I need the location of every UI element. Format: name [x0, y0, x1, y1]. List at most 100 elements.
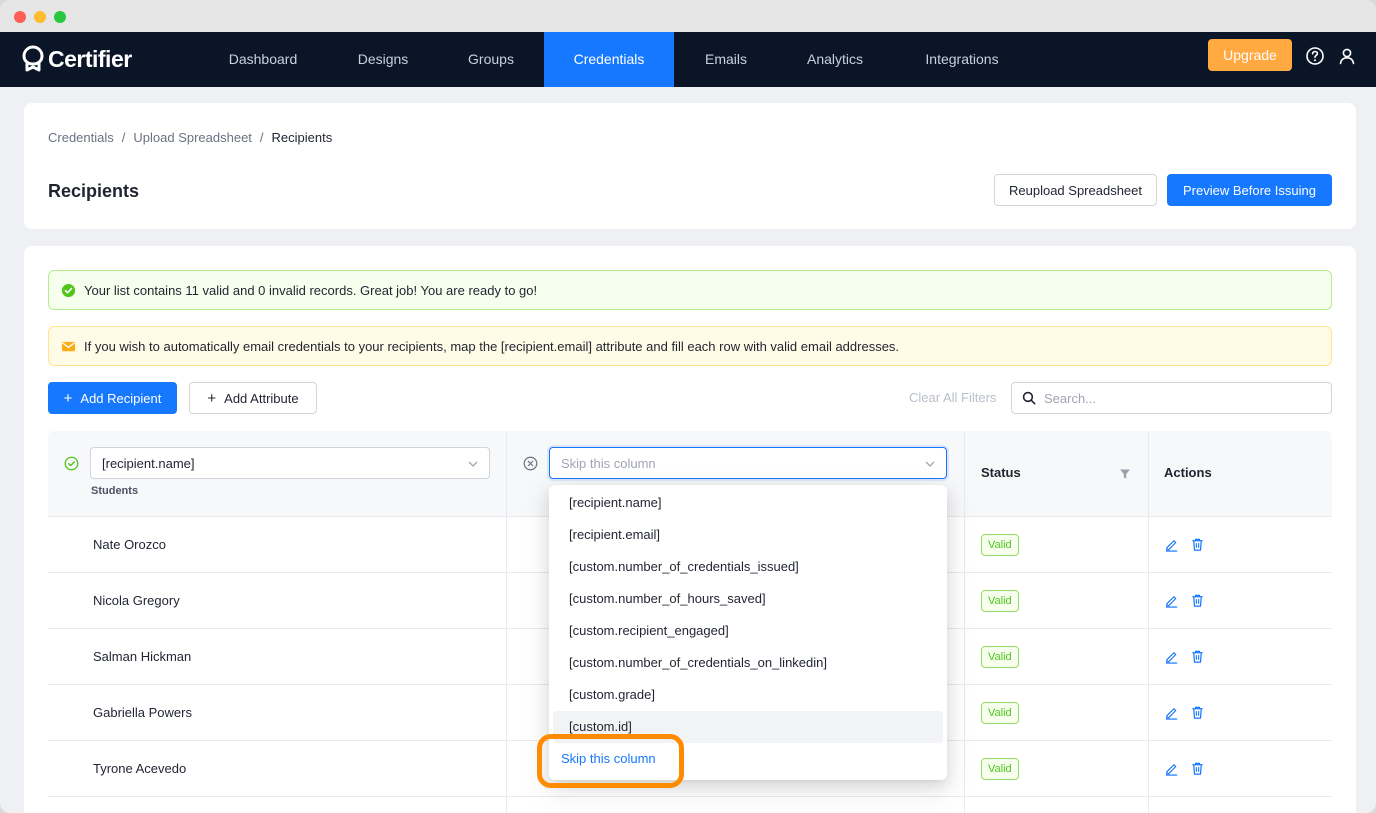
trash-icon[interactable]: [1190, 761, 1205, 776]
minimize-window-button[interactable]: [34, 11, 46, 23]
status-badge: Valid: [981, 758, 1019, 780]
column-2-attribute-select[interactable]: Skip this column: [549, 447, 947, 479]
column-divider: [1148, 517, 1149, 572]
envelope-icon: [61, 341, 76, 351]
add-recipient-label: Add Recipient: [80, 390, 162, 406]
mapped-check-icon: [64, 456, 79, 471]
search-icon: [1022, 391, 1036, 405]
recipient-name-cell: Nicola Gregory: [93, 593, 180, 608]
nav-groups[interactable]: Groups: [452, 32, 530, 87]
status-badge: Valid: [981, 702, 1019, 724]
trash-icon[interactable]: [1190, 705, 1205, 720]
table-row: [48, 797, 1332, 813]
chevron-down-icon: [925, 461, 935, 467]
reupload-spreadsheet-button[interactable]: Reupload Spreadsheet: [994, 174, 1157, 206]
actions-header: Actions: [1164, 465, 1212, 480]
column-2-select-placeholder: Skip this column: [561, 455, 656, 471]
status-header: Status: [981, 465, 1021, 480]
recipient-name-cell: Salman Hickman: [93, 649, 192, 664]
status-badge: Valid: [981, 590, 1019, 612]
window-titlebar: [0, 0, 1376, 32]
logo-text: Certifier: [48, 45, 132, 72]
nav-dashboard[interactable]: Dashboard: [214, 32, 312, 87]
nav-integrations[interactable]: Integrations: [908, 32, 1016, 87]
breadcrumb-separator: /: [259, 130, 264, 145]
status-badge: Valid: [981, 534, 1019, 556]
trash-icon[interactable]: [1190, 649, 1205, 664]
breadcrumb-upload-spreadsheet[interactable]: Upload Spreadsheet: [133, 130, 252, 145]
add-recipient-button[interactable]: + Add Recipient: [48, 382, 177, 414]
nav-emails[interactable]: Emails: [690, 32, 762, 87]
column-divider: [964, 797, 965, 813]
breadcrumb-recipients: Recipients: [271, 130, 333, 145]
close-window-button[interactable]: [14, 11, 26, 23]
skipped-x-icon: [523, 456, 538, 471]
dropdown-option[interactable]: [custom.grade]: [553, 679, 943, 711]
column-1-select-value: [recipient.name]: [102, 455, 195, 471]
trash-icon[interactable]: [1190, 593, 1205, 608]
column-divider: [1148, 629, 1149, 684]
success-alert-text: Your list contains 11 valid and 0 invali…: [84, 282, 538, 298]
plus-icon: +: [207, 389, 217, 407]
clear-all-filters-link[interactable]: Clear All Filters: [909, 390, 996, 405]
upgrade-button[interactable]: Upgrade: [1208, 39, 1292, 71]
page-title: Recipients: [48, 181, 140, 201]
email-info-alert-text: If you wish to automatically email crede…: [84, 338, 900, 354]
recipient-name-cell: Nate Orozco: [93, 537, 166, 552]
breadcrumb: Credentials / Upload Spreadsheet / Recip…: [48, 130, 332, 145]
chevron-down-icon: [468, 461, 478, 467]
nav-analytics[interactable]: Analytics: [792, 32, 878, 87]
nav-credentials[interactable]: Credentials: [544, 32, 674, 87]
dropdown-option[interactable]: [custom.number_of_credentials_on_linkedi…: [553, 647, 943, 679]
success-alert: Your list contains 11 valid and 0 invali…: [48, 270, 1332, 310]
highlight-annotation: [537, 734, 684, 788]
column-divider: [964, 517, 965, 572]
maximize-window-button[interactable]: [54, 11, 66, 23]
email-info-alert: If you wish to automatically email crede…: [48, 326, 1332, 366]
edit-icon[interactable]: [1164, 593, 1179, 608]
filter-icon[interactable]: [1119, 468, 1131, 480]
dropdown-option[interactable]: [custom.number_of_credentials_issued]: [553, 551, 943, 583]
status-badge: Valid: [981, 646, 1019, 668]
app-window: Certifier Dashboard Designs Groups Crede…: [0, 0, 1376, 813]
certifier-logo-icon: [22, 45, 44, 72]
column-divider: [1148, 797, 1149, 813]
breadcrumb-separator: /: [121, 130, 126, 145]
dropdown-option[interactable]: [custom.number_of_hours_saved]: [553, 583, 943, 615]
column-divider: [964, 431, 965, 516]
column-divider: [964, 685, 965, 740]
column-divider: [506, 629, 507, 684]
edit-icon[interactable]: [1164, 705, 1179, 720]
column-1-source-label: Students: [91, 485, 139, 497]
dropdown-option[interactable]: [recipient.name]: [553, 487, 943, 519]
user-icon[interactable]: [1337, 46, 1357, 66]
column-divider: [506, 573, 507, 628]
column-divider: [964, 573, 965, 628]
add-attribute-button[interactable]: + Add Attribute: [189, 382, 317, 414]
column-divider: [1148, 685, 1149, 740]
column-1-attribute-select[interactable]: [recipient.name]: [90, 447, 490, 479]
column-divider: [506, 431, 507, 516]
edit-icon[interactable]: [1164, 649, 1179, 664]
search-input[interactable]: [1044, 390, 1314, 406]
preview-before-issuing-button[interactable]: Preview Before Issuing: [1167, 174, 1332, 206]
plus-icon: +: [63, 389, 73, 407]
breadcrumb-credentials[interactable]: Credentials: [48, 130, 114, 145]
dropdown-option[interactable]: [custom.recipient_engaged]: [553, 615, 943, 647]
search-box[interactable]: [1011, 382, 1332, 414]
column-divider: [1148, 431, 1149, 516]
edit-icon[interactable]: [1164, 761, 1179, 776]
add-attribute-label: Add Attribute: [224, 390, 299, 406]
edit-icon[interactable]: [1164, 537, 1179, 552]
header-card: Credentials / Upload Spreadsheet / Recip…: [24, 103, 1356, 229]
column-divider: [506, 685, 507, 740]
certifier-logo[interactable]: Certifier: [22, 42, 132, 76]
dropdown-option[interactable]: [recipient.email]: [553, 519, 943, 551]
nav-designs[interactable]: Designs: [342, 32, 424, 87]
column-divider: [506, 517, 507, 572]
top-navbar: Certifier Dashboard Designs Groups Crede…: [0, 32, 1376, 87]
column-divider: [964, 741, 965, 796]
recipient-name-cell: Tyrone Acevedo: [93, 761, 187, 776]
trash-icon[interactable]: [1190, 537, 1205, 552]
help-icon[interactable]: [1305, 46, 1325, 66]
